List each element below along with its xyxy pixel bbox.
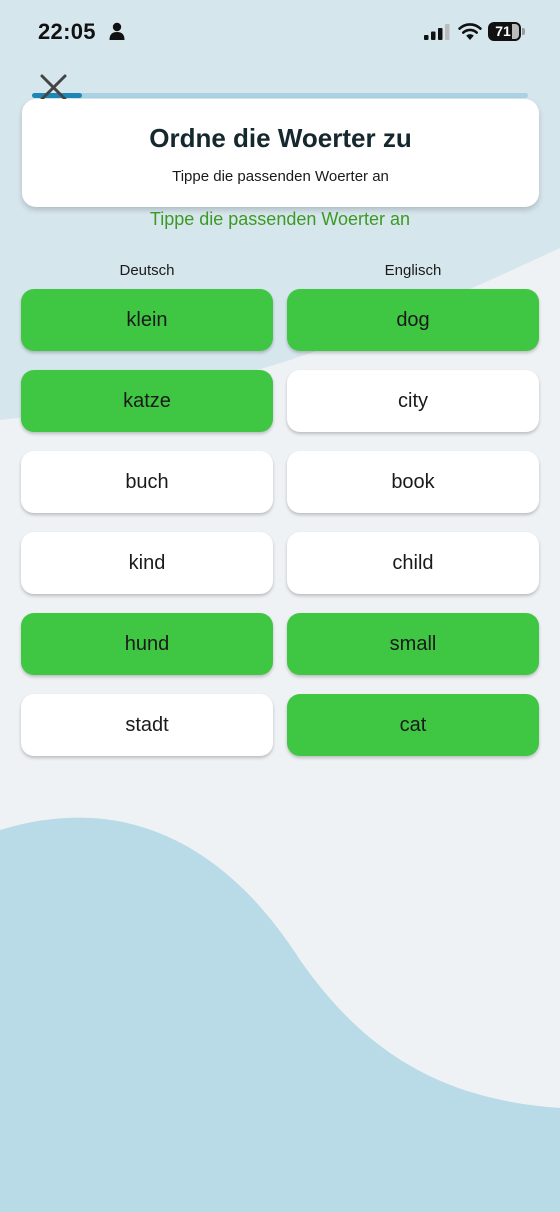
progress-bar <box>32 93 528 98</box>
status-time: 22:05 <box>38 19 96 44</box>
word-button-deutsch[interactable]: stadt <box>21 694 273 756</box>
word-button-deutsch[interactable]: hund <box>21 613 273 675</box>
word-button-englisch[interactable]: small <box>287 613 539 675</box>
word-button-deutsch[interactable]: buch <box>21 451 273 513</box>
column-header-deutsch: Deutsch <box>119 262 175 279</box>
header-card: Ordne die Woerter zu Tippe die passenden… <box>22 99 539 207</box>
battery-level: 71 <box>495 23 511 39</box>
word-button-englisch[interactable]: cat <box>287 694 539 756</box>
word-button-deutsch[interactable]: katze <box>21 370 273 432</box>
word-button-deutsch[interactable]: klein <box>21 289 273 351</box>
word-button-englisch[interactable]: city <box>287 370 539 432</box>
word-button-englisch[interactable]: book <box>287 451 539 513</box>
word-button-englisch[interactable]: child <box>287 532 539 594</box>
page-title: Ordne die Woerter zu <box>149 123 412 153</box>
signal-icon <box>424 24 450 40</box>
battery-icon: 71 <box>488 22 526 41</box>
column-header-englisch: Englisch <box>384 262 442 279</box>
status-bar: 22:05 71 <box>0 0 560 64</box>
word-button-englisch[interactable]: dog <box>287 289 539 351</box>
person-icon <box>109 22 125 40</box>
hint-text: Tippe die passenden Woerter an <box>149 209 411 229</box>
word-button-deutsch[interactable]: kind <box>21 532 273 594</box>
page-subtitle: Tippe die passenden Woerter an <box>172 168 389 185</box>
wifi-icon <box>458 23 482 40</box>
